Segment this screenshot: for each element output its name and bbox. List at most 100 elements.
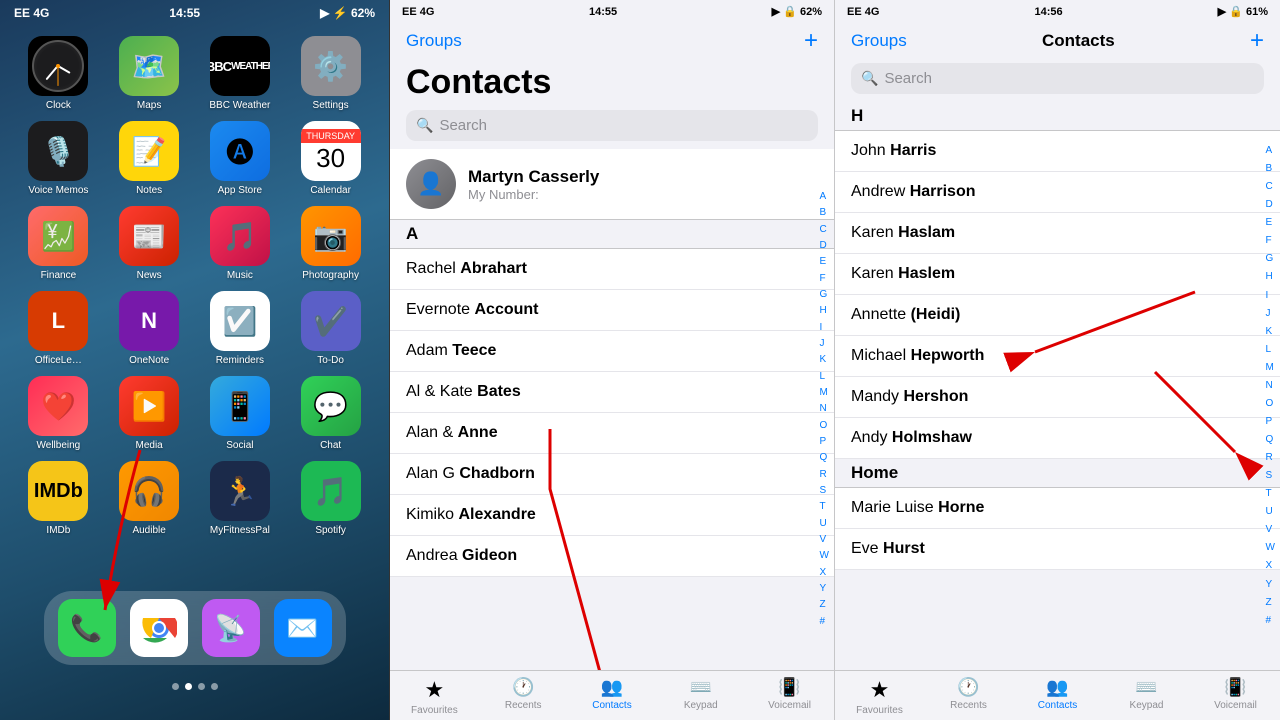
alpha2-a[interactable]: A bbox=[1263, 146, 1278, 156]
add-contact-button-2[interactable]: + bbox=[1250, 27, 1264, 55]
my-contact-card[interactable]: 👤 Martyn Casserly My Number: bbox=[390, 149, 834, 220]
alpha2-e[interactable]: E bbox=[1263, 218, 1278, 228]
alpha-n[interactable]: N bbox=[817, 404, 832, 414]
app-notes[interactable]: 📝 Notes bbox=[109, 121, 190, 196]
search-bar-contacts[interactable]: 🔍 Search bbox=[406, 110, 818, 141]
alpha-a[interactable]: A bbox=[817, 192, 832, 202]
alpha-f[interactable]: F bbox=[817, 274, 832, 284]
alpha2-z[interactable]: Z bbox=[1263, 598, 1278, 608]
contact-rachel[interactable]: Rachel Abrahart bbox=[390, 249, 834, 290]
app-settings[interactable]: ⚙️ Settings bbox=[290, 36, 371, 111]
contact-eve-hurst[interactable]: Eve Hurst bbox=[835, 529, 1280, 570]
alpha2-r[interactable]: R bbox=[1263, 453, 1278, 463]
app-photo[interactable]: 📷 Photography bbox=[290, 206, 371, 281]
contact-andy-holmshaw[interactable]: Andy Holmshaw bbox=[835, 418, 1280, 459]
contact-andrea[interactable]: Andrea Gideon bbox=[390, 536, 834, 577]
alpha2-w[interactable]: W bbox=[1263, 543, 1278, 553]
alpha-r[interactable]: R bbox=[817, 470, 832, 480]
tab2-contacts[interactable]: 👥 Contacts bbox=[1013, 677, 1102, 716]
alpha2-f[interactable]: F bbox=[1263, 236, 1278, 246]
app-imdb[interactable]: IMDb IMDb bbox=[18, 461, 99, 536]
dock-mail[interactable]: ✉️ bbox=[274, 599, 332, 657]
app-chat[interactable]: 💬 Chat bbox=[290, 376, 371, 451]
alpha-x[interactable]: X bbox=[817, 568, 832, 578]
app-finance[interactable]: 💹 Finance bbox=[18, 206, 99, 281]
contact-mandy-hershon[interactable]: Mandy Hershon bbox=[835, 377, 1280, 418]
app-fitness[interactable]: 🏃 MyFitnessPal bbox=[200, 461, 281, 536]
alpha-g[interactable]: G bbox=[817, 290, 832, 300]
alpha2-l[interactable]: L bbox=[1263, 345, 1278, 355]
alpha-k[interactable]: K bbox=[817, 355, 832, 365]
alpha2-y[interactable]: Y bbox=[1263, 580, 1278, 590]
alpha2-c[interactable]: C bbox=[1263, 182, 1278, 192]
contact-evernote[interactable]: Evernote Account bbox=[390, 290, 834, 331]
app-bbc[interactable]: BBCWEATHER BBC Weather bbox=[200, 36, 281, 111]
alpha-u[interactable]: U bbox=[817, 519, 832, 529]
tab2-recents[interactable]: 🕐 Recents bbox=[924, 677, 1013, 716]
contact-karen-haslam[interactable]: Karen Haslam bbox=[835, 213, 1280, 254]
alpha2-o[interactable]: O bbox=[1263, 399, 1278, 409]
groups-button[interactable]: Groups bbox=[406, 31, 462, 51]
alpha2-x[interactable]: X bbox=[1263, 561, 1278, 571]
alpha2-t[interactable]: T bbox=[1263, 489, 1278, 499]
alpha-b[interactable]: B bbox=[817, 208, 832, 218]
alpha-m[interactable]: M bbox=[817, 388, 832, 398]
app-appstore[interactable]: 🅐 App Store bbox=[200, 121, 281, 196]
alpha2-j[interactable]: J bbox=[1263, 309, 1278, 319]
alpha2-hash[interactable]: # bbox=[1263, 616, 1278, 626]
dock-podcast[interactable]: 📡 bbox=[202, 599, 260, 657]
alpha-z[interactable]: Z bbox=[817, 600, 832, 610]
alpha2-u[interactable]: U bbox=[1263, 507, 1278, 517]
alpha-s[interactable]: S bbox=[817, 486, 832, 496]
alpha-l[interactable]: L bbox=[817, 372, 832, 382]
alpha2-q[interactable]: Q bbox=[1263, 435, 1278, 445]
alpha2-k[interactable]: K bbox=[1263, 327, 1278, 337]
alpha-o[interactable]: O bbox=[817, 421, 832, 431]
app-todo[interactable]: ✔️ To-Do bbox=[290, 291, 371, 366]
alpha2-d[interactable]: D bbox=[1263, 200, 1278, 210]
groups-button-2[interactable]: Groups bbox=[851, 31, 907, 51]
add-contact-button[interactable]: + bbox=[804, 27, 818, 55]
alpha2-m[interactable]: M bbox=[1263, 363, 1278, 373]
app-reminders[interactable]: ☑️ Reminders bbox=[200, 291, 281, 366]
alpha-i[interactable]: I bbox=[817, 323, 832, 333]
alpha-p[interactable]: P bbox=[817, 437, 832, 447]
contact-al-kate[interactable]: Al & Kate Bates bbox=[390, 372, 834, 413]
alpha-w[interactable]: W bbox=[817, 551, 832, 561]
alpha-v[interactable]: V bbox=[817, 535, 832, 545]
app-spotify[interactable]: 🎵 Spotify bbox=[290, 461, 371, 536]
alpha2-h[interactable]: H bbox=[1263, 272, 1278, 282]
app-music[interactable]: 🎵 Music bbox=[200, 206, 281, 281]
tab-recents[interactable]: 🕐 Recents bbox=[479, 677, 568, 716]
app-maps[interactable]: 🗺️ Maps bbox=[109, 36, 190, 111]
contact-annette-heidi[interactable]: Annette (Heidi) bbox=[835, 295, 1280, 336]
alpha2-v[interactable]: V bbox=[1263, 525, 1278, 535]
alpha-c[interactable]: C bbox=[817, 225, 832, 235]
app-audible[interactable]: 🎧 Audible bbox=[109, 461, 190, 536]
search-bar-contacts2[interactable]: 🔍 Search bbox=[851, 63, 1264, 94]
tab-contacts[interactable]: 👥 Contacts bbox=[568, 677, 657, 716]
app-office[interactable]: L OfficeLe… bbox=[18, 291, 99, 366]
alpha-h[interactable]: H bbox=[817, 306, 832, 316]
alpha-t[interactable]: T bbox=[817, 502, 832, 512]
contact-karen-haslem[interactable]: Karen Haslem bbox=[835, 254, 1280, 295]
app-social[interactable]: 📱 Social bbox=[200, 376, 281, 451]
app-calendar[interactable]: Thursday 30 Calendar bbox=[290, 121, 371, 196]
alpha-d[interactable]: D bbox=[817, 241, 832, 251]
app-media[interactable]: ▶️ Media bbox=[109, 376, 190, 451]
app-voicememo[interactable]: 🎙️ Voice Memos bbox=[18, 121, 99, 196]
contact-alan-anne[interactable]: Alan & Anne bbox=[390, 413, 834, 454]
app-onenote[interactable]: N OneNote bbox=[109, 291, 190, 366]
tab2-favourites[interactable]: ★ Favourites bbox=[835, 677, 924, 716]
contact-alan-g[interactable]: Alan G Chadborn bbox=[390, 454, 834, 495]
alpha2-g[interactable]: G bbox=[1263, 254, 1278, 264]
alpha-j[interactable]: J bbox=[817, 339, 832, 349]
tab2-voicemail[interactable]: 📳 Voicemail bbox=[1191, 677, 1280, 716]
contact-andrew-harrison[interactable]: Andrew Harrison bbox=[835, 172, 1280, 213]
contact-michael-hepworth[interactable]: Michael Hepworth bbox=[835, 336, 1280, 377]
app-wellbeing[interactable]: ❤️ Wellbeing bbox=[18, 376, 99, 451]
tab-keypad[interactable]: ⌨️ Keypad bbox=[656, 677, 745, 716]
contact-marie-luise[interactable]: Marie Luise Horne bbox=[835, 488, 1280, 529]
alpha2-s[interactable]: S bbox=[1263, 471, 1278, 481]
contact-kimiko[interactable]: Kimiko Alexandre bbox=[390, 495, 834, 536]
